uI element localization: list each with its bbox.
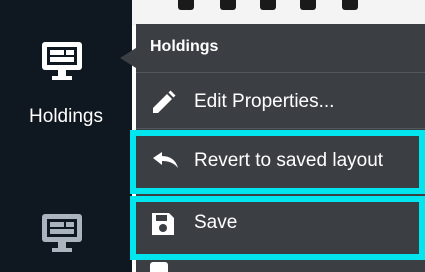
pencil-icon bbox=[150, 90, 176, 116]
toolbar-strip bbox=[132, 0, 425, 26]
menu-item-label: Edit Properties... bbox=[194, 91, 335, 112]
toolbar-icon[interactable] bbox=[260, 0, 276, 10]
desktop-dashboard-icon bbox=[40, 38, 84, 82]
highlight-revert-layout bbox=[130, 130, 425, 194]
menu-divider bbox=[136, 72, 425, 73]
next-item-icon bbox=[150, 262, 168, 272]
desktop-dashboard-icon bbox=[40, 210, 84, 254]
toolbar-icon[interactable] bbox=[178, 0, 194, 10]
sidebar-item-holdings[interactable]: Holdings bbox=[0, 38, 132, 148]
sidebar: Holdings bbox=[0, 0, 132, 272]
sidebar-item-dashboard[interactable] bbox=[0, 210, 132, 272]
menu-item-edit-properties[interactable]: Edit Properties... bbox=[136, 77, 425, 129]
toolbar-icon[interactable] bbox=[300, 0, 316, 10]
toolbar-icon[interactable] bbox=[220, 0, 236, 10]
toolbar-icon[interactable] bbox=[342, 0, 358, 10]
sidebar-item-label: Holdings bbox=[29, 106, 103, 127]
menu-caret bbox=[120, 48, 136, 68]
menu-divider bbox=[136, 128, 425, 129]
menu-title: Holdings bbox=[150, 38, 219, 55]
highlight-save bbox=[130, 196, 425, 260]
